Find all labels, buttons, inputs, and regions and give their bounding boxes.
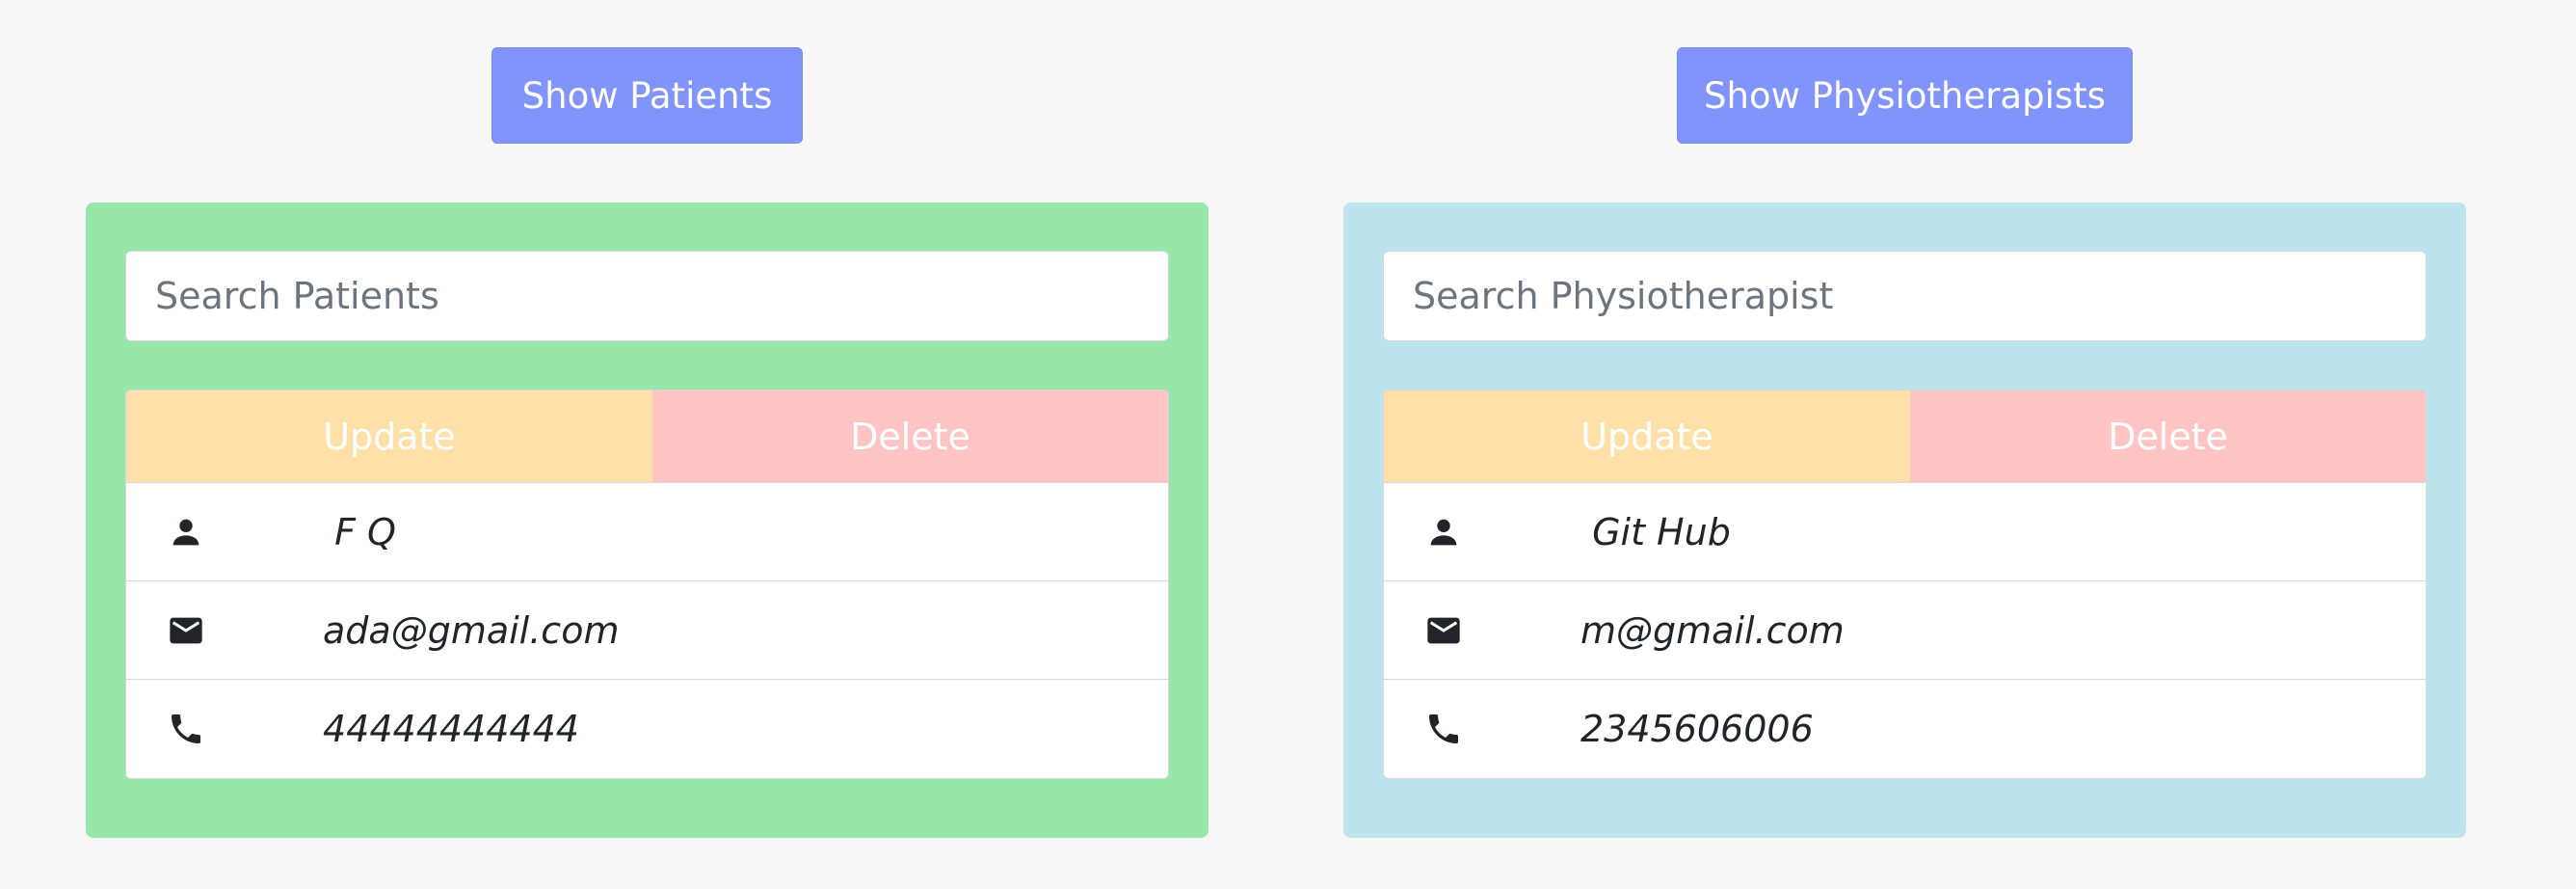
update-patient-button[interactable]: Update — [126, 391, 652, 482]
person-icon — [165, 511, 207, 553]
delete-patient-button[interactable]: Delete — [652, 391, 1168, 482]
show-patients-button[interactable]: Show Patients — [491, 47, 803, 144]
patient-actions: Update Delete — [126, 391, 1168, 482]
physiotherapist-name: Git Hub — [1580, 510, 1731, 553]
physiotherapist-email: m@gmail.com — [1580, 608, 1845, 652]
patient-phone-row: 44444444444 — [126, 679, 1168, 777]
envelope-icon — [1422, 609, 1465, 652]
search-patients-input[interactable]: Search Patients — [125, 251, 1169, 341]
envelope-icon — [165, 609, 207, 652]
physiotherapist-phone: 2345606006 — [1580, 707, 1814, 750]
page: Show Patients Show Physiotherapists Sear… — [0, 0, 2576, 889]
patient-name: F Q — [323, 510, 396, 553]
physiotherapist-card: Update Delete Git Hub m@gmail.com 234560… — [1383, 390, 2427, 779]
phone-icon — [1422, 708, 1465, 750]
patient-email: ada@gmail.com — [323, 608, 620, 652]
delete-physiotherapist-button[interactable]: Delete — [1910, 391, 2426, 482]
person-icon — [1422, 511, 1465, 553]
phone-icon — [165, 708, 207, 750]
show-physiotherapists-button[interactable]: Show Physiotherapists — [1677, 47, 2133, 144]
search-physiotherapist-input[interactable]: Search Physiotherapist — [1383, 251, 2427, 341]
patients-panel: Search Patients Update Delete F Q ada@gm… — [86, 202, 1208, 838]
physiotherapist-email-row: m@gmail.com — [1384, 580, 2426, 679]
physiotherapist-phone-row: 2345606006 — [1384, 679, 2426, 777]
patient-name-row: F Q — [126, 482, 1168, 580]
update-physiotherapist-button[interactable]: Update — [1384, 391, 1910, 482]
physiotherapist-name-row: Git Hub — [1384, 482, 2426, 580]
physiotherapists-panel: Search Physiotherapist Update Delete Git… — [1343, 202, 2466, 838]
physiotherapist-actions: Update Delete — [1384, 391, 2426, 482]
patient-card: Update Delete F Q ada@gmail.com 44444444… — [125, 390, 1169, 779]
patient-email-row: ada@gmail.com — [126, 580, 1168, 679]
patient-phone: 44444444444 — [323, 707, 579, 750]
